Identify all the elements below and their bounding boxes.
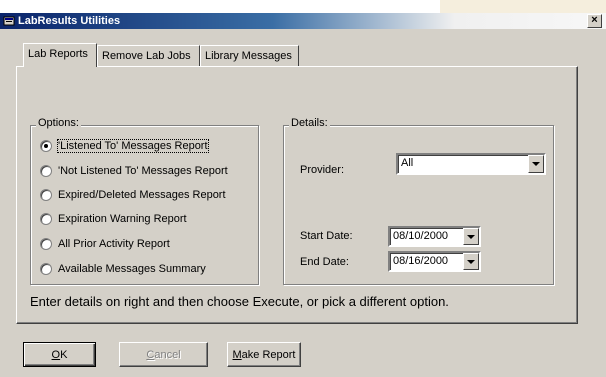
ok-label: K <box>60 348 68 361</box>
tab-library-messages[interactable]: Library Messages <box>200 45 299 66</box>
ok-button[interactable]: OK <box>23 342 96 367</box>
radio-expired-deleted[interactable]: Expired/Deleted Messages Report <box>40 187 226 203</box>
radio-label: Available Messages Summary <box>58 263 206 275</box>
radio-label: 'Listened To' Messages Report <box>57 139 209 153</box>
tab-library-messages-label: Library Messages <box>205 50 292 62</box>
radio-not-listened-to[interactable]: 'Not Listened To' Messages Report <box>40 163 228 179</box>
make-report-button[interactable]: Make Report <box>227 342 301 367</box>
make-report-label: ake Report <box>241 348 296 361</box>
radio-listened-to[interactable]: 'Listened To' Messages Report <box>40 138 209 154</box>
radio-label: 'Not Listened To' Messages Report <box>58 165 228 177</box>
radio-button[interactable] <box>40 263 52 275</box>
chevron-down-icon <box>467 259 475 264</box>
window-title: LabResults Utilities <box>18 15 121 27</box>
radio-button[interactable] <box>40 238 52 250</box>
tab-remove-lab-jobs[interactable]: Remove Lab Jobs <box>97 45 200 66</box>
start-date-picker[interactable]: 08/10/2000 <box>388 226 481 247</box>
end-date-picker[interactable]: 08/16/2000 <box>388 251 481 272</box>
start-date-label: Start Date: <box>300 230 353 242</box>
make-report-mnemonic: M <box>232 348 242 361</box>
radio-label: All Prior Activity Report <box>58 238 170 250</box>
provider-value: All <box>401 157 414 169</box>
radio-label: Expired/Deleted Messages Report <box>58 189 226 201</box>
radio-button[interactable] <box>40 189 52 201</box>
options-legend: Options: <box>36 117 81 129</box>
cancel-label: ancel <box>154 348 181 361</box>
background-strip-right <box>440 0 606 13</box>
end-date-value: 08/16/2000 <box>393 255 449 267</box>
tab-lab-reports[interactable]: Lab Reports <box>23 43 97 67</box>
chevron-down-icon <box>467 234 475 239</box>
radio-expiration-warning[interactable]: Expiration Warning Report <box>40 211 187 227</box>
radio-button[interactable] <box>40 165 52 177</box>
dropdown-button[interactable] <box>528 155 544 173</box>
app-icon <box>3 16 15 26</box>
radio-available-messages-summary[interactable]: Available Messages Summary <box>40 261 206 277</box>
instruction-text: Enter details on right and then choose E… <box>30 294 449 309</box>
tab-lab-reports-label: Lab Reports <box>28 48 88 60</box>
radio-button[interactable] <box>40 213 52 225</box>
cancel-mnemonic: C <box>146 348 155 361</box>
radio-all-prior-activity[interactable]: All Prior Activity Report <box>40 236 170 252</box>
end-date-label: End Date: <box>300 256 349 268</box>
title-bar[interactable]: LabResults Utilities × <box>0 13 606 29</box>
date-dropdown-button[interactable] <box>463 228 479 245</box>
cancel-button[interactable]: Cancel <box>119 342 208 367</box>
provider-label: Provider: <box>300 164 345 176</box>
start-date-value: 08/10/2000 <box>393 230 449 242</box>
radio-label: Expiration Warning Report <box>58 213 187 225</box>
provider-dropdown[interactable]: All <box>396 153 546 175</box>
radio-button[interactable] <box>40 140 52 152</box>
date-dropdown-button[interactable] <box>463 253 479 270</box>
tab-remove-lab-jobs-label: Remove Lab Jobs <box>102 50 191 62</box>
close-button[interactable]: × <box>587 14 602 28</box>
ok-mnemonic: O <box>51 348 61 361</box>
details-legend: Details: <box>289 117 330 129</box>
chevron-down-icon <box>532 162 540 166</box>
